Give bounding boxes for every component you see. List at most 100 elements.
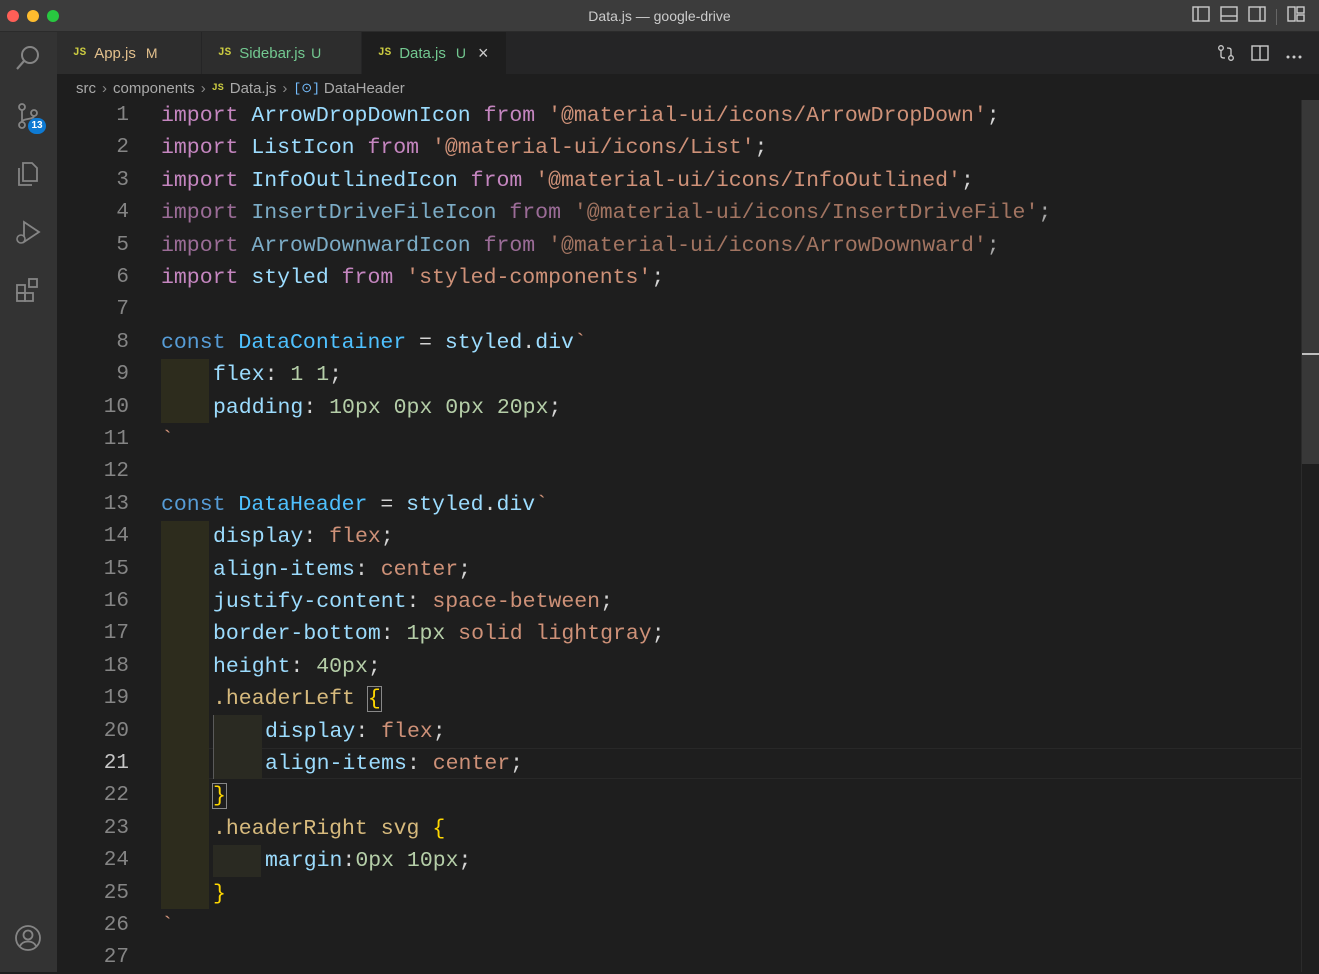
token: : <box>303 525 330 549</box>
tab-status: M <box>145 45 158 61</box>
tab-status: U <box>311 45 322 61</box>
indent-guide <box>161 521 209 909</box>
token: margin <box>265 849 343 873</box>
js-file-icon: JS <box>218 47 232 59</box>
breadcrumb-file[interactable]: Data.js <box>230 80 277 97</box>
token: : <box>406 752 433 776</box>
token: = <box>367 493 407 517</box>
code-line-26: ` <box>161 910 174 942</box>
line-number: 10 <box>103 396 129 419</box>
layout-controls <box>1192 6 1305 27</box>
token: ; <box>548 396 562 420</box>
token: div <box>535 331 574 355</box>
line-number: 15 <box>103 558 129 581</box>
token: ; <box>432 720 446 744</box>
token: import <box>161 136 239 160</box>
token: ; <box>458 849 472 873</box>
line-number: 5 <box>116 234 129 257</box>
code-line-20: display: flex; <box>265 716 446 748</box>
run-and-debug-icon[interactable] <box>12 216 44 248</box>
breadcrumb: src › components › JS Data.js › [⊙] Data… <box>76 78 405 98</box>
toggle-panel-icon[interactable] <box>1220 6 1238 27</box>
toggle-primary-sidebar-icon[interactable] <box>1192 6 1210 27</box>
indent-guide <box>161 359 209 423</box>
token: import <box>161 201 239 225</box>
code-line-23: .headerRight svg { <box>213 813 445 845</box>
code-line-24: margin:0px 10px; <box>265 845 471 877</box>
line-number: 2 <box>116 136 129 159</box>
tab-data-js[interactable]: JS Data.js U × <box>362 32 507 74</box>
token: from <box>483 104 536 128</box>
token: ` <box>573 331 587 355</box>
window-title: Data.js — google-drive <box>588 8 731 24</box>
divider <box>1276 8 1277 25</box>
tab-app-js[interactable]: JS App.js M <box>57 32 202 74</box>
matched-bracket: { <box>366 686 382 712</box>
token: ArrowDropDownIcon <box>251 104 471 128</box>
line-number: 8 <box>116 331 129 354</box>
line-number: 25 <box>103 882 129 905</box>
tab-status: U <box>455 45 467 61</box>
token: : <box>342 849 356 873</box>
line-number: 13 <box>103 493 129 516</box>
line-number: 14 <box>103 525 129 548</box>
breadcrumb-src[interactable]: src <box>76 80 96 97</box>
token: 10px 0px 0px 20px <box>329 396 549 420</box>
line-number: 17 <box>103 622 129 645</box>
token: .headerLeft <box>213 687 368 711</box>
token: 1 1 <box>290 363 330 387</box>
token: space-between <box>432 590 601 614</box>
js-file-icon: JS <box>378 47 392 59</box>
code-line-18: height: 40px; <box>213 651 381 683</box>
extensions-icon[interactable] <box>12 274 44 306</box>
open-changes-icon[interactable] <box>1217 44 1235 67</box>
token: height <box>213 655 291 679</box>
code-line-17: border-bottom: 1px solid lightgray; <box>213 618 665 650</box>
token: flex <box>329 525 381 549</box>
token: ListIcon <box>251 136 355 160</box>
code-line-5: import ArrowDownwardIcon from '@material… <box>161 230 1000 262</box>
token: justify-content <box>213 590 407 614</box>
scrollbar-thumb[interactable] <box>1302 100 1319 464</box>
code-line-15: align-items: center; <box>213 554 471 586</box>
accounts-icon[interactable] <box>12 922 44 954</box>
token: '@material-ui/icons/InfoOutlined' <box>535 169 961 193</box>
breadcrumb-symbol[interactable]: DataHeader <box>324 80 405 97</box>
token: ` <box>161 914 174 938</box>
tab-sidebar-js[interactable]: JS Sidebar.js U <box>202 32 362 74</box>
split-editor-icon[interactable] <box>1251 45 1269 66</box>
code-line-9: flex: 1 1; <box>213 359 342 391</box>
toggle-secondary-sidebar-icon[interactable] <box>1248 6 1266 27</box>
token: flex <box>381 720 433 744</box>
line-number: 7 <box>116 298 129 321</box>
token: styled <box>251 266 329 290</box>
line-number: 1 <box>116 104 129 127</box>
line-number: 21 <box>103 752 129 775</box>
line-number: 4 <box>116 201 129 224</box>
token: ArrowDownwardIcon <box>251 234 471 258</box>
line-number: 26 <box>103 914 129 937</box>
token: from <box>483 234 536 258</box>
close-tab-icon[interactable]: × <box>478 44 489 62</box>
token: InsertDriveFileIcon <box>251 201 497 225</box>
token: ` <box>161 428 174 452</box>
customize-layout-icon[interactable] <box>1287 6 1305 27</box>
token: '@material-ui/icons/ArrowDownward' <box>548 234 987 258</box>
search-icon[interactable] <box>12 42 44 74</box>
breadcrumb-components[interactable]: components <box>113 80 195 97</box>
source-control-badge: 13 <box>28 118 46 134</box>
token: DataContainer <box>238 331 407 355</box>
token: const <box>161 331 226 355</box>
variable-symbol-icon: [⊙] <box>293 80 320 96</box>
chevron-right-icon: › <box>200 79 206 97</box>
code-line-10: padding: 10px 0px 0px 20px; <box>213 392 561 424</box>
more-actions-icon[interactable] <box>1285 47 1303 65</box>
explorer-icon[interactable] <box>12 158 44 190</box>
code-line-6: import styled from 'styled-components'; <box>161 262 664 294</box>
token: .headerRight svg <box>213 817 433 841</box>
token: import <box>161 104 239 128</box>
token: const <box>161 493 226 517</box>
token: : <box>303 396 330 420</box>
code-line-22: } <box>212 780 227 812</box>
indent-guide <box>213 845 261 877</box>
